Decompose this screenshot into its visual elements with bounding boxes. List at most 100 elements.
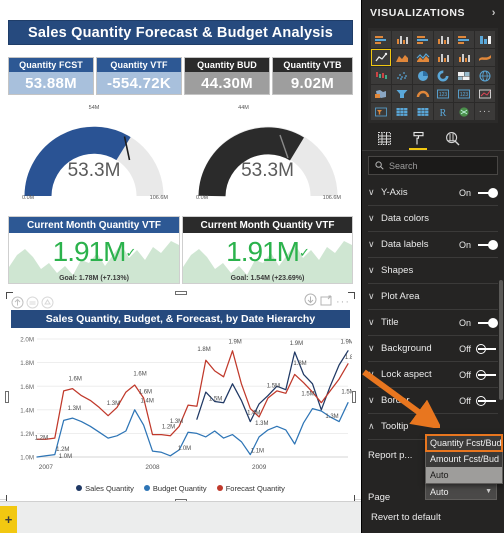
x-axis-tick-label: 2008 <box>145 464 160 471</box>
visual-type-stacked-area-chart[interactable] <box>412 49 433 66</box>
toggle-switch[interactable] <box>476 317 498 328</box>
clustered-column-chart-icon <box>438 35 450 44</box>
add-page-button[interactable]: + <box>0 506 17 533</box>
drill-through-icon[interactable] <box>304 293 317 311</box>
visual-type-stacked-column-chart[interactable] <box>391 31 412 48</box>
visual-type-waterfall-chart[interactable] <box>371 67 391 84</box>
format-section-data-colors[interactable]: ∨ Data colors <box>368 206 498 232</box>
kpi-visual-current-month-vtf-dark[interactable]: Current Month Quantity VTF 1.91M✓ Goal: … <box>182 216 353 284</box>
line-chart-visual[interactable]: ··· Sales Quantity, Budget, & Forecast, … <box>5 291 358 503</box>
gauge-visual-quantity-fcst[interactable]: 54M 53.3M 0.0M 106.6M <box>8 104 180 209</box>
tooltip-page-select[interactable]: Auto ▼ <box>425 483 497 500</box>
resize-handle-top-right[interactable] <box>348 292 355 299</box>
tooltip-page-value: Auto <box>430 486 449 497</box>
resize-handle-left[interactable] <box>5 391 9 403</box>
resize-handle-top[interactable] <box>174 291 187 295</box>
legend-item-forecast-quantity[interactable]: Forecast Quantity <box>216 484 285 493</box>
resize-handle-top-left[interactable] <box>6 292 13 299</box>
format-section-background[interactable]: ∨ Background Off <box>368 336 498 362</box>
stacked-area-chart-icon <box>416 52 430 62</box>
visual-type-map[interactable] <box>475 67 495 84</box>
visual-type-table[interactable] <box>391 103 412 120</box>
format-section-shapes[interactable]: ∨ Shapes <box>368 258 498 284</box>
tab-fields[interactable] <box>374 128 394 150</box>
toggle-switch[interactable] <box>476 395 498 406</box>
toggle-switch[interactable] <box>476 369 498 380</box>
visual-type-matrix[interactable] <box>412 103 433 120</box>
format-section-title[interactable]: ∨ Title On <box>368 310 498 336</box>
revert-to-default-link[interactable]: Revert to default <box>371 512 441 523</box>
drill-down-expand-icon[interactable] <box>26 296 39 309</box>
visual-type-donut-chart[interactable] <box>433 67 454 84</box>
visual-type-clustered-column-chart[interactable] <box>433 31 454 48</box>
tab-analytics[interactable] <box>442 128 462 150</box>
format-search-input[interactable]: Search <box>368 156 498 175</box>
legend-swatch <box>143 485 150 491</box>
visual-type-pie-chart[interactable] <box>412 67 433 84</box>
visual-type-scatter-chart[interactable] <box>391 67 412 84</box>
toggle-switch[interactable] <box>476 187 498 198</box>
format-section-lock-aspect[interactable]: ∨ Lock aspect Off <box>368 362 498 388</box>
format-section-border[interactable]: ∨ Border Off <box>368 388 498 414</box>
visual-type-funnel-chart[interactable] <box>391 85 412 102</box>
kpi-card-value: -554.72K <box>97 72 181 94</box>
focus-mode-icon[interactable] <box>320 293 333 311</box>
format-section-plot-area[interactable]: ∨ Plot Area <box>368 284 498 310</box>
visual-type-multi-row-card[interactable]: 123 <box>454 85 475 102</box>
visual-type-ribbon-chart[interactable] <box>475 49 495 66</box>
scatter-chart-icon <box>396 71 407 80</box>
visual-type-card[interactable]: 123 <box>433 85 454 102</box>
visual-type-clustered-bar-chart[interactable] <box>412 31 433 48</box>
dropdown-option[interactable]: Auto <box>426 467 502 483</box>
visualizations-pane: VISUALIZATIONS › 123 123 R ··· Search ∨ … <box>361 0 504 533</box>
gauge-visual-quantity-bud[interactable]: 44M 53.3M 0.0M 106.6M <box>182 104 353 209</box>
chevron-down-icon: ∨ <box>368 317 375 327</box>
resize-handle-right[interactable] <box>352 391 356 403</box>
kpi-card-label: Quantity FCST <box>9 58 93 72</box>
drill-mode-icon[interactable] <box>41 296 54 309</box>
report-canvas[interactable]: Sales Quantity Forecast & Budget Analysi… <box>0 4 361 503</box>
visual-type-slicer[interactable] <box>371 103 391 120</box>
line-clustered-column-chart-icon <box>459 53 471 62</box>
chart-plot-area: 1.0M 1.2M 1.4M 1.6M 1.8M 2.0M 2007 2008 2009 1.2M… <box>11 329 358 473</box>
dropdown-option[interactable]: Quantity Fcst/Bud <box>425 434 503 452</box>
visual-type-arcgis-maps[interactable] <box>454 103 475 120</box>
pie-chart-icon <box>417 70 428 81</box>
visual-type-line-chart[interactable] <box>371 49 391 66</box>
dropdown-option[interactable]: Amount Fcst/Bud <box>426 451 502 467</box>
kpi-card-quantity-vtf[interactable]: Quantity VTF -554.72K <box>96 57 182 95</box>
tab-format[interactable] <box>408 128 428 150</box>
toggle-switch[interactable] <box>476 239 498 250</box>
visual-type-more-options[interactable]: ··· <box>475 103 495 120</box>
visual-type-stacked-bar-chart[interactable] <box>371 31 391 48</box>
visual-type-r-script-visual[interactable]: R <box>433 103 454 120</box>
legend-item-sales-quantity[interactable]: Sales Quantity <box>76 484 134 493</box>
kpi-card-quantity-bud[interactable]: Quantity BUD 44.30M <box>184 57 270 95</box>
tooltip-page-dropdown-list[interactable]: Quantity Fcst/Bud Amount Fcst/Bud Auto <box>425 434 503 484</box>
kpi-visual-current-month-vtf-blue[interactable]: Current Month Quantity VTF 1.91M✓ Goal: … <box>8 216 180 284</box>
kpi-card-value: 9.02M <box>273 72 352 94</box>
visual-type-100-stacked-column-chart[interactable] <box>475 31 495 48</box>
visual-type-area-chart[interactable] <box>391 49 412 66</box>
pane-scrollbar[interactable] <box>499 280 503 400</box>
visual-type-kpi[interactable] <box>475 85 495 102</box>
kpi-card-quantity-vtb[interactable]: Quantity VTB 9.02M <box>272 57 353 95</box>
visual-type-gauge[interactable] <box>412 85 433 102</box>
format-section-data-labels[interactable]: ∨ Data labels On <box>368 232 498 258</box>
chevron-right-icon[interactable]: › <box>492 7 496 19</box>
visual-type-line-clustered-column-chart[interactable] <box>454 49 475 66</box>
format-section-y-axis[interactable]: ∨ Y-Axis On <box>368 180 498 206</box>
visual-type-100-stacked-bar-chart[interactable] <box>454 31 475 48</box>
series-line-budget-quantity[interactable] <box>36 402 349 458</box>
visual-type-treemap[interactable] <box>454 67 475 84</box>
toggle-switch[interactable] <box>476 343 498 354</box>
kpi-card-quantity-fcst[interactable]: Quantity FCST 53.88M <box>8 57 94 95</box>
chart-title: Sales Quantity, Budget, & Forecast, by D… <box>11 310 350 328</box>
visual-type-line-stacked-column-chart[interactable] <box>433 49 454 66</box>
pane-title: VISUALIZATIONS <box>370 7 466 19</box>
legend-item-budget-quantity[interactable]: Budget Quantity <box>143 484 207 493</box>
kpi-icon <box>479 89 491 98</box>
visual-type-filled-map[interactable] <box>371 85 391 102</box>
stacked-bar-chart-icon <box>374 35 386 44</box>
gauge-max-label: 106.6M <box>322 195 341 201</box>
